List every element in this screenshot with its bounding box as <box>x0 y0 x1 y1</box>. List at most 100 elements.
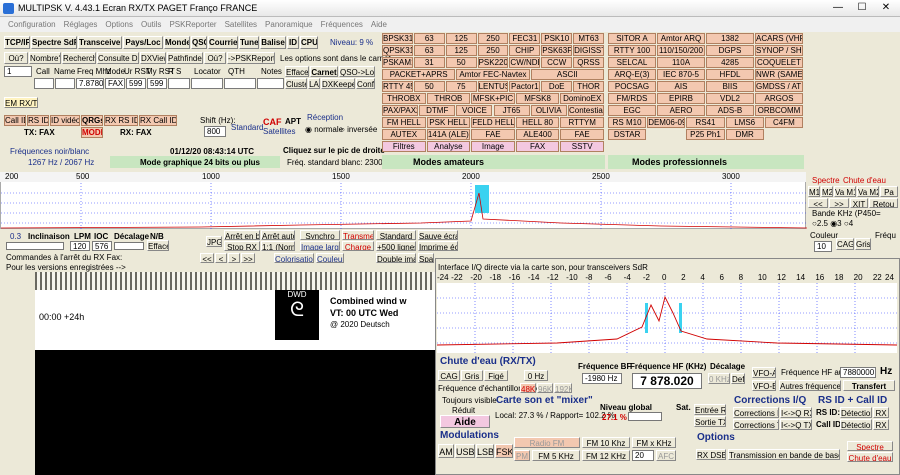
def-button[interactable]: Def <box>731 373 745 384</box>
qso-log-button[interactable]: QSO->Log <box>339 66 375 77</box>
ioc-field[interactable]: 576 <box>92 241 112 251</box>
toujours-visible-label[interactable]: Toujours visible <box>442 396 497 405</box>
amateur-mode-button[interactable]: DIGISSTV <box>573 45 604 56</box>
amateur-mode-button[interactable]: PSK63F <box>541 45 573 56</box>
afc-button[interactable]: AFC <box>656 450 676 461</box>
zero-khz-button[interactable]: 0 KHz <box>708 373 730 384</box>
m2-button[interactable]: M2 <box>821 186 833 197</box>
double-image-button[interactable]: Double image <box>376 253 416 263</box>
pro-mode-button[interactable]: RS41 <box>686 117 725 128</box>
standard-label[interactable]: Standard <box>231 123 263 132</box>
transfert-button[interactable]: Transfert <box>843 380 895 391</box>
menu-satellites[interactable]: Satellites <box>225 20 257 29</box>
amateur-mode-button[interactable]: 250 <box>477 33 509 44</box>
pro-mode-button[interactable]: ARGOS <box>755 93 803 104</box>
amateur-mode-button[interactable]: PSK220F <box>477 57 509 68</box>
amateur-mode-button[interactable]: PSK HELL <box>426 117 471 128</box>
pa-button[interactable]: Pa <box>880 186 898 197</box>
amateur-mode-button[interactable]: DominoEX <box>560 93 604 104</box>
amateur-mode-button[interactable]: 50 <box>413 81 445 92</box>
iq-gris-button[interactable]: Gris <box>461 370 483 381</box>
freq-bf-field[interactable]: -1980 Hz <box>582 373 622 384</box>
transmet-button[interactable]: Transmet <box>342 230 374 240</box>
m1-button[interactable]: M1 <box>808 186 820 197</box>
locator-field[interactable] <box>191 78 223 89</box>
amateur-mode-button[interactable]: Pactor1 <box>509 81 541 92</box>
fmx-field[interactable]: 20 <box>632 450 654 461</box>
amateur-mode-button[interactable]: JT65 <box>493 105 530 116</box>
satellites-label[interactable]: Satellites <box>263 127 295 136</box>
amateur-mode-button[interactable]: HELL 80 <box>515 117 560 128</box>
menu-panoramique[interactable]: Panoramique <box>265 20 313 29</box>
pro-mode-button[interactable]: HFDL <box>706 69 754 80</box>
spare-button[interactable]: Spare <box>418 253 434 263</box>
amateur-mode-button[interactable]: FAE <box>560 129 604 140</box>
pro-mode-button[interactable]: 1382 <box>706 33 754 44</box>
amateur-mode-button[interactable]: DTMF <box>419 105 456 116</box>
lsb-button[interactable]: LSB <box>476 444 494 458</box>
amateur-mode-button[interactable]: PSKAM10 <box>382 57 413 68</box>
niveau-slider[interactable] <box>628 412 662 421</box>
menu-reglages[interactable]: Réglages <box>64 20 98 29</box>
call-id-button[interactable]: Call ID <box>4 115 26 126</box>
callid-rx-button[interactable]: RX <box>873 419 889 430</box>
amateur-mode-button[interactable]: 31 <box>413 57 445 68</box>
pro-mode-button[interactable]: SYNOP / SHIP <box>755 45 803 56</box>
charge-button[interactable]: Charge <box>342 241 374 251</box>
pro-mode-button[interactable]: EGC <box>608 105 656 116</box>
amateur-mode-button[interactable]: RTTYM <box>560 117 604 128</box>
colorisation-button[interactable]: Colorisation <box>274 253 314 263</box>
amateur-mode-button[interactable]: Analyse <box>426 141 471 152</box>
amateur-mode-button[interactable]: DoE <box>541 81 573 92</box>
amateur-mode-button[interactable]: FAE <box>471 129 515 140</box>
standard-button[interactable]: Standard <box>376 230 416 240</box>
amateur-mode-button[interactable]: CHIP <box>509 45 541 56</box>
pm-button[interactable]: PM <box>514 450 530 461</box>
amateur-mode-button[interactable]: 125 <box>445 45 477 56</box>
sauve-ecran-button[interactable]: Sauve écran <box>418 230 458 240</box>
call-field[interactable] <box>34 78 54 89</box>
cpu-button[interactable]: CPU <box>300 36 318 49</box>
pro-mode-button[interactable]: 110/150/200 <box>657 45 705 56</box>
amateur-mode-button[interactable]: CW/NDB <box>509 57 541 68</box>
amateur-mode-button[interactable]: PSK10 <box>541 33 573 44</box>
jpg-button[interactable]: JPG <box>206 236 222 247</box>
amateur-mode-button[interactable]: MFSK+PIC <box>471 93 515 104</box>
dxkeeper-button[interactable]: DXKeeper <box>321 78 355 89</box>
maximize-button[interactable]: ☐ <box>850 0 874 16</box>
callid-detection-button[interactable]: Détection <box>840 419 872 430</box>
entree-rx-button[interactable]: Entrée RX <box>694 404 726 415</box>
amateur-mode-button[interactable]: RTTY 45 <box>382 81 413 92</box>
rs-field[interactable] <box>168 78 190 89</box>
pro-mode-button[interactable]: ARQ-E(3) <box>608 69 656 80</box>
pro-mode-button[interactable]: 110A <box>657 57 705 68</box>
amateur-mode-button[interactable]: 125 <box>445 33 477 44</box>
amateur-mode-button[interactable]: FM HELL <box>382 117 426 128</box>
notes-field[interactable] <box>257 78 284 89</box>
amateur-mode-button[interactable]: Amtor FEC-Navtex <box>456 69 530 80</box>
pro-mode-button[interactable]: COQUELET <box>755 57 803 68</box>
pro-mode-button[interactable]: DGPS <box>706 45 754 56</box>
next-button[interactable]: >> <box>829 198 849 208</box>
amateur-mode-button[interactable]: THROBX <box>382 93 426 104</box>
recherche-button[interactable]: Recherche <box>62 52 96 64</box>
va-m2-button[interactable]: Va M2 <box>857 186 879 197</box>
amateur-mode-button[interactable]: FEC31 <box>509 33 541 44</box>
image-large-button[interactable]: Image large <box>300 241 340 251</box>
pro-mode-button[interactable]: SELCAL <box>608 57 656 68</box>
nombre-button[interactable]: Nombre? <box>29 52 61 64</box>
wf-next-button[interactable]: >> <box>241 253 255 263</box>
iq-spectrum[interactable] <box>436 283 898 353</box>
my-rst-field[interactable]: 599 <box>147 78 167 89</box>
pro-mode-button[interactable]: 4285 <box>706 57 754 68</box>
pro-mode-button[interactable]: LMS6 <box>725 117 764 128</box>
pro-mode-button[interactable]: Amtor ARQ <box>657 33 705 44</box>
menu-frequences[interactable]: Fréquences <box>321 20 363 29</box>
amateur-mode-button[interactable]: ASCII <box>530 69 604 80</box>
bande-options[interactable]: ○2.5 ◉3 ○4 <box>812 219 853 228</box>
amateur-mode-button[interactable]: Contestia <box>567 105 604 116</box>
aide-button[interactable]: Aide <box>440 415 490 428</box>
effacer-log-button[interactable]: Effacer <box>285 66 309 77</box>
right-cag-button[interactable]: CAG <box>836 238 854 250</box>
amateur-mode-button[interactable]: QPSK31 <box>382 45 413 56</box>
